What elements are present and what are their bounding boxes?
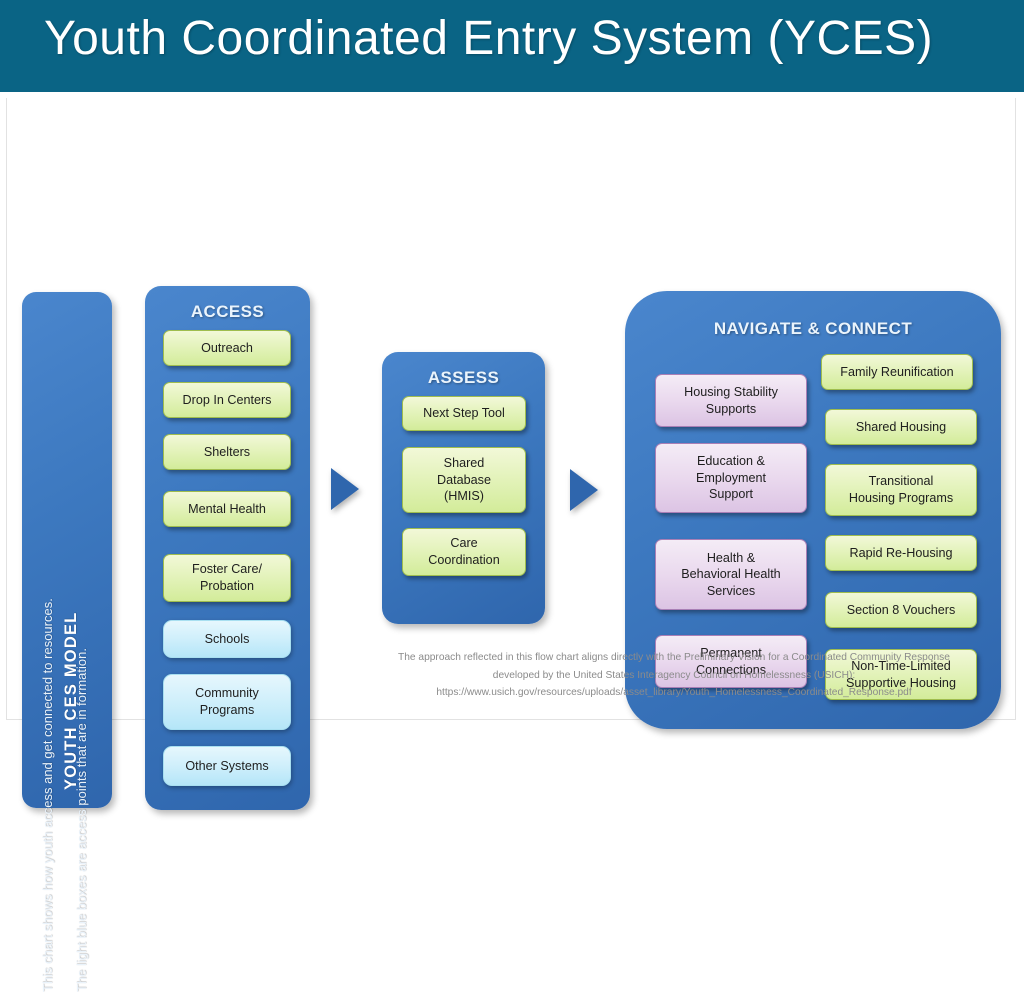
- arrow-assess-to-navigate-icon: [570, 469, 598, 511]
- assess-panel-heading: ASSESS: [427, 368, 500, 387]
- access-node-schools[interactable]: Schools: [163, 620, 291, 658]
- access-node-outreach[interactable]: Outreach: [163, 330, 291, 366]
- access-node-foster-care-probation[interactable]: Foster Care/Probation: [163, 554, 291, 602]
- footnote-line-1: The approach reflected in this flow char…: [398, 652, 950, 663]
- footnote-line-3: https://www.usich.gov/resources/uploads/…: [436, 687, 912, 699]
- assess-node-shared-database[interactable]: Shared Database (HMIS): [402, 447, 526, 513]
- diagram-canvas: This chart shows how youth access and ge…: [0, 96, 1024, 992]
- access-node-other-systems[interactable]: Other Systems: [163, 746, 291, 786]
- footnote: The approach reflected in this flow char…: [350, 649, 998, 702]
- assess-node-next-step-tool[interactable]: Next Step Tool: [402, 396, 526, 431]
- navigate-node-shared-housing[interactable]: Shared Housing: [825, 409, 977, 445]
- title-banner: Youth Coordinated Entry System (YCES): [0, 0, 1024, 92]
- access-node-mental-health[interactable]: Mental Health: [163, 491, 291, 527]
- navigate-node-education-employment-support[interactable]: Education & Employment Support: [655, 443, 807, 513]
- access-panel: ACCESS Outreach Drop In Centers Shelters…: [145, 286, 310, 810]
- model-description-line-1: This chart shows how youth access and ge…: [40, 598, 55, 992]
- youth-ces-model-panel: This chart shows how youth access and ge…: [22, 292, 112, 992]
- arrow-access-to-assess-icon: [331, 468, 359, 510]
- assess-panel: ASSESS Next Step Tool Shared Database (HMI…: [382, 352, 545, 624]
- access-node-community-programs[interactable]: Community Programs: [163, 674, 291, 730]
- access-node-drop-in-centers[interactable]: Drop In Centers: [163, 382, 291, 418]
- navigate-node-transitional-housing-programs[interactable]: Transitional Housing Programs: [825, 464, 977, 516]
- model-panel-text-wrap: This chart shows how youth access and ge…: [22, 292, 112, 992]
- access-node-shelters[interactable]: Shelters: [163, 434, 291, 470]
- navigate-node-health-behavioral-health-services[interactable]: Health & Behavioral Health Services: [655, 539, 807, 610]
- access-panel-heading: ACCESS: [190, 302, 265, 321]
- navigate-node-rapid-re-housing[interactable]: Rapid Re-Housing: [825, 535, 977, 571]
- assess-node-care-coordination[interactable]: Care Coordination: [402, 528, 526, 576]
- navigate-node-section-8-vouchers[interactable]: Section 8 Vouchers: [825, 592, 977, 628]
- page-title: Youth Coordinated Entry System (YCES): [44, 12, 934, 65]
- model-panel-title: YOUTH CES MODEL: [62, 611, 80, 790]
- navigate-node-family-reunification[interactable]: Family Reunification: [821, 354, 973, 390]
- footnote-line-2: developed by the United States Interagen…: [492, 669, 856, 681]
- navigate-node-housing-stability-supports[interactable]: Housing Stability Supports: [655, 374, 807, 427]
- navigate-panel-heading: NAVIGATE & CONNECT: [713, 319, 913, 338]
